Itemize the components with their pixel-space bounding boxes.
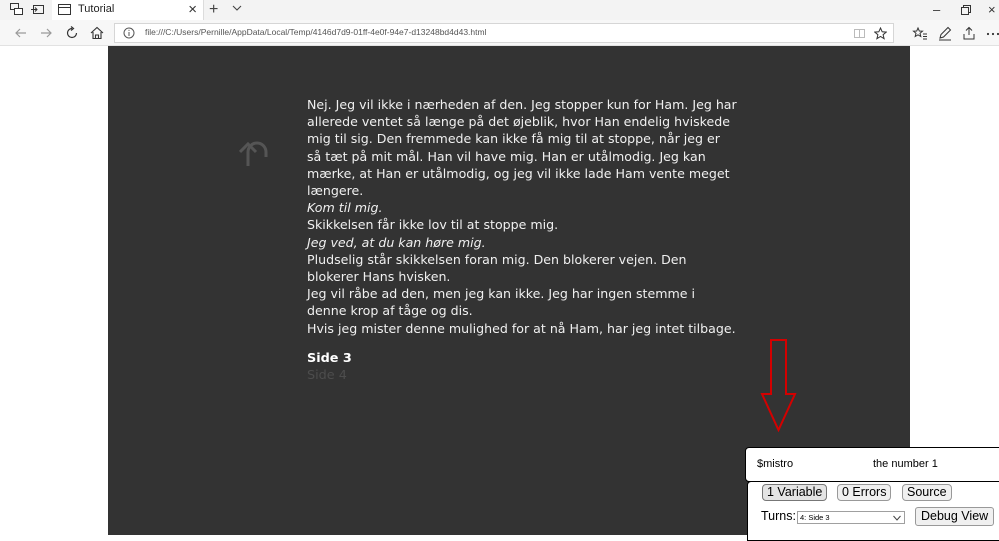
more-icon[interactable] (985, 25, 999, 41)
passage-paragraph-italic: Jeg ved, at du kan høre mig. (307, 234, 486, 250)
source-toggle-button[interactable]: Source (902, 484, 952, 501)
tab-actions-icon[interactable] (10, 3, 24, 16)
link-side-4[interactable]: Side 4 (307, 367, 352, 384)
forward-icon[interactable] (38, 25, 54, 41)
browser-nav-bar: file:///C:/Users/Pernille/AppData/Local/… (0, 20, 999, 46)
passage-paragraph: Hvis jeg mister denne mulighed for at nå… (307, 320, 736, 336)
reading-view-icon[interactable] (853, 27, 866, 40)
pen-icon[interactable] (937, 25, 953, 41)
browser-tab-bar: Tutorial × + – × (0, 0, 999, 20)
link-side-3[interactable]: Side 3 (307, 350, 352, 367)
info-icon[interactable] (123, 27, 135, 39)
variables-toggle-button[interactable]: 1 Variable (762, 484, 828, 501)
undo-icon[interactable] (239, 133, 275, 169)
errors-toggle-button[interactable]: 0 Errors (837, 484, 892, 501)
share-icon[interactable] (961, 25, 977, 41)
turns-selected-value: 4: Side 3 (800, 513, 830, 522)
address-bar[interactable]: file:///C:/Users/Pernille/AppData/Local/… (114, 23, 894, 43)
debug-variables-panel: $mistro the number 1 (745, 447, 999, 482)
tab-close-button[interactable]: × (188, 1, 197, 18)
passage-paragraph: Jeg vil råbe ad den, men jeg kan ikke. J… (307, 286, 695, 319)
page-icon (58, 4, 71, 15)
passage-paragraph-italic: Kom til mig. (307, 200, 383, 216)
favorite-star-icon[interactable] (874, 27, 887, 40)
minimize-button[interactable]: – (933, 1, 940, 18)
annotation-arrow-icon (760, 339, 797, 432)
variable-name: $mistro (757, 458, 794, 470)
tab-title: Tutorial (78, 3, 115, 15)
passage-links: Side 3 Side 4 (307, 350, 352, 384)
back-icon[interactable] (13, 25, 29, 41)
turns-label: Turns: (761, 509, 796, 523)
chevron-down-icon[interactable] (232, 4, 242, 12)
passage-paragraph: Pludselig står skikkelsen foran mig. Den… (307, 251, 687, 285)
tabs-aside-icon[interactable] (31, 3, 45, 16)
browser-tab[interactable]: Tutorial × (52, 0, 204, 20)
address-url[interactable]: file:///C:/Users/Pernille/AppData/Local/… (145, 27, 486, 37)
debug-view-button[interactable]: Debug View (915, 507, 995, 526)
restore-icon[interactable] (961, 5, 972, 15)
debug-toolbar: 1 Variable 0 Errors Source Turns: 4: Sid… (747, 481, 999, 541)
home-icon[interactable] (89, 25, 105, 41)
close-window-button[interactable]: × (988, 1, 996, 18)
turns-select[interactable]: 4: Side 3 (797, 511, 905, 524)
story-passage: Nej. Jeg vil ikke i nærheden af den. Jeg… (307, 96, 737, 337)
variable-value: the number 1 (873, 458, 938, 470)
refresh-icon[interactable] (64, 25, 80, 41)
favorites-list-icon[interactable] (912, 25, 928, 41)
new-tab-button[interactable]: + (209, 0, 218, 19)
passage-paragraph: Nej. Jeg vil ikke i nærheden af den. Jeg… (307, 97, 737, 199)
chevron-down-icon (893, 515, 901, 521)
passage-paragraph: Skikkelsen får ikke lov til at stoppe mi… (307, 217, 559, 233)
